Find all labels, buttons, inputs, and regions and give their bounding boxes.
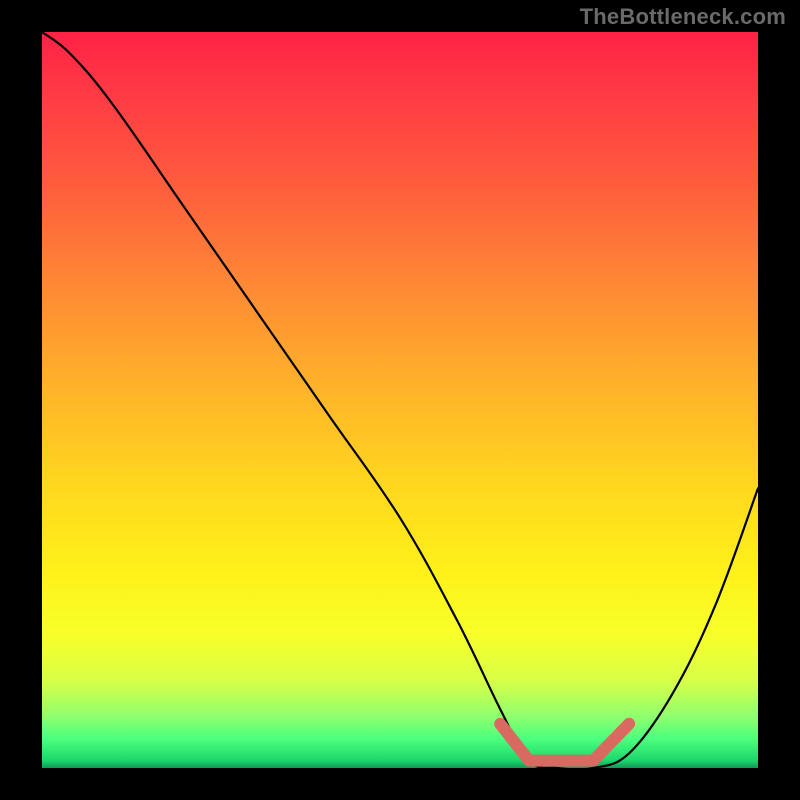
- plot-area: [42, 32, 758, 768]
- marker-band: [500, 724, 629, 761]
- watermark-label: TheBottleneck.com: [580, 4, 786, 30]
- curve-layer: [42, 32, 758, 768]
- chart-frame: TheBottleneck.com: [0, 0, 800, 800]
- bottleneck-curve: [42, 32, 758, 768]
